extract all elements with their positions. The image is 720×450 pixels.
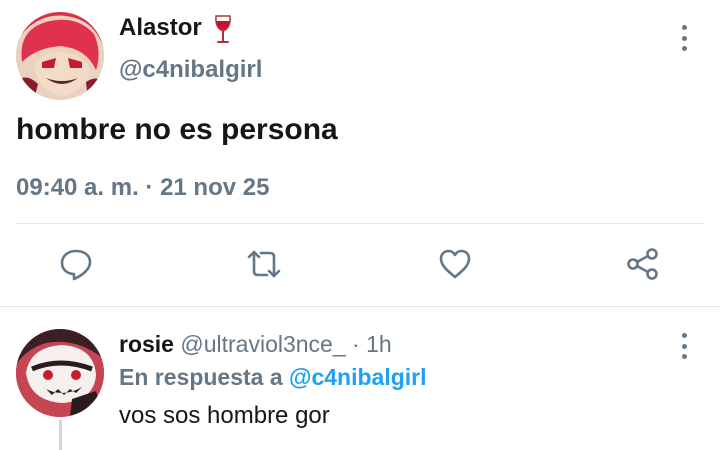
reply-button[interactable] [54, 242, 98, 286]
divider [16, 223, 704, 224]
reply-time[interactable]: 1h [366, 331, 392, 357]
like-icon [439, 249, 471, 279]
reply-author-name[interactable]: rosie [119, 331, 174, 357]
reply-more-options-icon[interactable] [679, 333, 689, 359]
retweet-icon [247, 250, 281, 278]
tweet-timestamp[interactable]: 09:40 a. m. · 21 nov 25 [16, 174, 269, 202]
author-name[interactable]: Alastor [119, 14, 202, 42]
in-reply-to: En respuesta a @c4nibalgirl [119, 364, 427, 391]
divider [0, 306, 720, 307]
share-icon [627, 248, 658, 280]
author-avatar[interactable] [16, 12, 104, 100]
retweet-button[interactable] [242, 242, 286, 286]
in-reply-to-prefix: En respuesta a [119, 364, 283, 390]
separator-dot: · [352, 331, 360, 357]
reply-author-handle[interactable]: @ultraviol3nce_ [180, 331, 345, 357]
like-button[interactable] [433, 242, 477, 286]
tweet-text: hombre no es persona [16, 113, 338, 146]
author-handle[interactable]: @c4nibalgirl [119, 56, 262, 84]
thread-line [59, 420, 62, 450]
more-options-icon[interactable] [679, 25, 689, 51]
reply-icon [60, 249, 92, 281]
reply-author-avatar[interactable] [16, 329, 104, 417]
in-reply-to-link[interactable]: @c4nibalgirl [289, 364, 426, 390]
reply-header: rosie @ultraviol3nce_ · 1h [119, 331, 392, 358]
share-button[interactable] [621, 242, 665, 286]
reply-text: vos sos hombre gor [119, 402, 330, 429]
wine-glass-icon [213, 14, 233, 46]
